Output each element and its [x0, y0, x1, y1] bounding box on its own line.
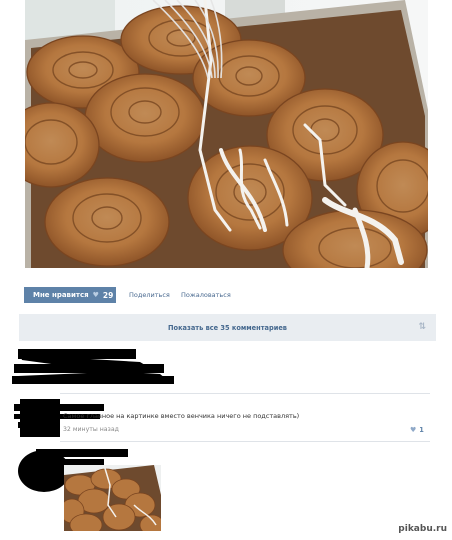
comment-divider — [60, 393, 430, 394]
like-button[interactable]: Мне нравится ♥ 29 — [24, 287, 116, 303]
show-all-comments-label: Показать все 35 комментариев — [168, 323, 287, 332]
comment-like-count: 1 — [419, 426, 424, 434]
heart-icon: ♥ — [410, 426, 417, 434]
comment-attached-image[interactable] — [64, 465, 161, 531]
show-all-comments-button[interactable]: Показать все 35 комментариев ⇅ — [19, 314, 436, 341]
redaction-scribble — [12, 349, 174, 384]
watermark: pikabu.ru — [398, 524, 447, 534]
collapse-icon[interactable]: ⇅ — [418, 322, 426, 332]
report-link[interactable]: Пожаловаться — [181, 291, 231, 299]
share-link[interactable]: Поделиться — [129, 291, 170, 299]
heart-icon: ♥ — [92, 291, 99, 299]
comment-text: Самое главное на картинке вместо венчика… — [63, 412, 300, 420]
comment-divider — [60, 441, 430, 442]
post-image[interactable] — [25, 0, 428, 268]
comment-timestamp[interactable]: 32 минуты назад — [63, 426, 119, 433]
like-count: 29 — [102, 290, 114, 300]
comment-like-button[interactable]: ♥ 1 — [410, 426, 424, 434]
like-button-label: Мне нравится — [33, 291, 89, 299]
